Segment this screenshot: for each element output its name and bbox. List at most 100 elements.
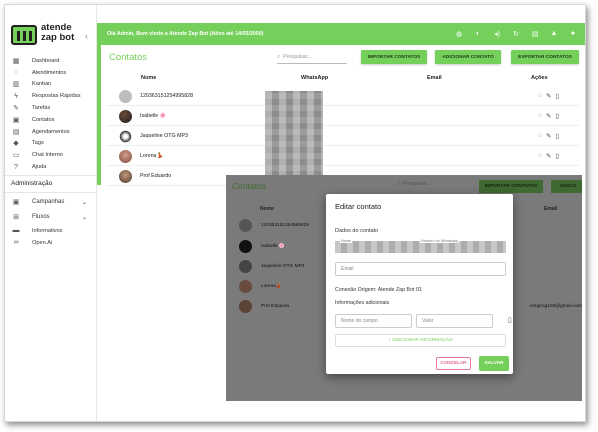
sidebar-item-label: Tarefas xyxy=(32,105,51,112)
sidebar-item-chat-interno[interactable]: ▭ Chat Interno xyxy=(5,149,97,161)
sidebar-item-contatos[interactable]: ▣ Contatos xyxy=(5,114,97,126)
avatar xyxy=(119,90,132,103)
save-button[interactable]: SALVAR xyxy=(479,356,509,371)
dashboard-icon: ▦ xyxy=(12,57,20,65)
trash-icon[interactable]: ▯ xyxy=(555,152,559,160)
sidebar-item-ajuda[interactable]: ? Ajuda xyxy=(5,161,97,173)
whatsapp-icon: ◌ xyxy=(13,69,19,77)
app-window: atende zap bot ‹ ▦ Dashboard ◌ Atendimento… xyxy=(4,4,586,422)
avatar xyxy=(239,240,252,253)
campaign-icon: ▣ xyxy=(12,199,20,207)
sidebar-divider xyxy=(5,174,97,176)
background-search: ⌕ Pesquisar... xyxy=(398,181,432,187)
background-header-name: Nome xyxy=(260,206,274,212)
background-email: eduprog100@gmail.com xyxy=(529,304,582,309)
column-header-whatsapp[interactable]: WhatsApp xyxy=(301,75,328,81)
add-info-button[interactable]: + ADICIONAR INFORMAÇÃO xyxy=(335,334,506,347)
import-contacts-button[interactable]: IMPORTAR CONTATOS xyxy=(361,50,427,64)
table-row[interactable]: Isabelle 🌸 ◌ ✎ ▯ xyxy=(107,107,579,126)
table-row[interactable]: Jaqueline OTG MP3 ◌ ✎ ▯ xyxy=(107,127,579,146)
whatsapp-icon[interactable]: ◌ xyxy=(538,152,542,160)
whatsapp-icon[interactable]: ◌ xyxy=(538,132,542,140)
sidebar-item-tags[interactable]: ◆ Tags xyxy=(5,138,97,150)
sidebar-item-label: Contatos xyxy=(32,116,55,123)
user-icon[interactable]: ● xyxy=(569,30,577,38)
avatar xyxy=(239,300,252,313)
sidebar-divider xyxy=(5,191,97,193)
calendar-icon: ▤ xyxy=(12,128,20,136)
content-accent-bar xyxy=(97,45,101,185)
sidebar-item-fluxos[interactable]: ⊞ Fluxos ⌄ xyxy=(5,210,97,225)
app-logo[interactable]: atende zap bot xyxy=(11,23,91,49)
collapse-sidebar-icon[interactable]: ‹ xyxy=(85,31,88,41)
avatar xyxy=(119,150,132,163)
sidebar-item-label: Agendamentos xyxy=(32,128,70,135)
background-page-title: Contatos xyxy=(232,181,267,191)
sidebar-item-respostas-rapidas[interactable]: ϟ Respostas Rápidas xyxy=(5,90,97,102)
avatar xyxy=(119,170,132,183)
contact-name: 120363151254995828 xyxy=(140,93,194,99)
cancel-button[interactable]: CANCELAR xyxy=(436,357,471,370)
sidebar-item-label: Kanban xyxy=(32,81,52,88)
sidebar-item-label: Campanhas xyxy=(32,199,65,206)
sidebar-item-tarefas[interactable]: ✎ Tarefas xyxy=(5,102,97,114)
email-field[interactable]: Email xyxy=(335,262,506,276)
search-icon: ⌕ xyxy=(277,53,281,60)
volume-icon[interactable]: ◂) xyxy=(493,30,501,38)
edit-icon[interactable]: ✎ xyxy=(546,132,551,140)
contact-name: Prof Eduardo xyxy=(140,173,172,179)
trash-icon[interactable]: ▯ xyxy=(555,112,559,120)
custom-field-name-input[interactable]: Nome do campo xyxy=(335,314,412,328)
background-import-button: IMPORTAR CONTATOS xyxy=(479,180,543,193)
sidebar-item-agendamentos[interactable]: ▤ Agendamentos xyxy=(5,126,97,138)
sidebar-item-label: Respostas Rápidas xyxy=(32,93,81,100)
number-field-label: Número do Whatsapp xyxy=(420,239,459,243)
globe-icon[interactable]: ◍ xyxy=(455,30,463,38)
chat-icon: ▭ xyxy=(12,152,20,160)
column-header-name[interactable]: Nome xyxy=(141,75,156,81)
export-contacts-button[interactable]: EXPORTAR CONTATOS xyxy=(511,50,579,64)
sidebar-item-campanhas[interactable]: ▣ Campanhas ⌄ xyxy=(5,195,97,210)
column-header-email[interactable]: Email xyxy=(427,75,442,81)
logo-line-2: zap bot xyxy=(41,32,75,43)
avatar xyxy=(119,110,132,123)
contact-name: Isabelle 🌸 xyxy=(140,113,167,119)
logo-icon xyxy=(11,25,37,45)
refresh-icon[interactable]: ↻ xyxy=(512,30,520,38)
edit-contact-dialog: Editar contato Dados do contato Nome Núm… xyxy=(326,194,513,374)
contact-name: Lorena💃 xyxy=(140,153,164,159)
custom-field-value-input[interactable]: Valor xyxy=(416,314,493,328)
help-icon: ? xyxy=(14,163,18,171)
sidebar-item-atendimentos[interactable]: ◌ Atendimentos xyxy=(5,67,97,79)
sidebar-item-informativos[interactable]: ▬ Informativos xyxy=(5,225,97,237)
bolt-icon: ϟ xyxy=(14,92,18,100)
sidebar-item-kanban[interactable]: ▥ Kanban xyxy=(5,79,97,91)
sidebar-menu: ▦ Dashboard ◌ Atendimentos ▥ Kanban ϟ Respos… xyxy=(5,55,97,249)
edit-icon: ✎ xyxy=(13,105,19,113)
edit-icon[interactable]: ✎ xyxy=(546,152,551,160)
trash-icon[interactable]: ▯ xyxy=(555,92,559,100)
sidebar-item-label: Atendimentos xyxy=(32,69,67,76)
trash-icon[interactable]: ▯ xyxy=(508,316,512,324)
edit-icon[interactable]: ✎ xyxy=(546,92,551,100)
edit-icon[interactable]: ✎ xyxy=(546,112,551,120)
whatsapp-icon[interactable]: ◌ xyxy=(538,112,542,120)
table-row[interactable]: 120363151254995828 xyxy=(107,87,579,106)
sidebar-item-label: Open.Ai xyxy=(32,239,53,246)
search-input[interactable]: ⌕ Pesquisar... xyxy=(277,51,347,64)
sidebar-item-dashboard[interactable]: ▦ Dashboard xyxy=(5,55,97,67)
info-icon: ▬ xyxy=(12,227,20,235)
tag-icon: ◆ xyxy=(13,140,19,148)
bell-icon[interactable]: ▲ xyxy=(550,30,558,38)
whatsapp-icon[interactable]: ◌ xyxy=(538,92,542,100)
trash-icon[interactable]: ▯ xyxy=(555,132,559,140)
chat-icon[interactable]: ▤ xyxy=(531,30,539,38)
sidebar-item-label: Ajuda xyxy=(32,164,47,171)
background-header-email: Email xyxy=(544,206,558,212)
add-contact-button[interactable]: ADICIONAR CONTATO xyxy=(435,50,501,64)
table-row[interactable]: Lorena💃 ◌ ✎ ▯ xyxy=(107,147,579,166)
infinity-icon: ∞ xyxy=(13,239,19,247)
sidebar: atende zap bot ‹ ▦ Dashboard ◌ Atendimento… xyxy=(5,5,97,421)
circle-half-icon[interactable]: ◐ xyxy=(474,30,482,38)
sidebar-item-openai[interactable]: ∞ Open.Ai xyxy=(5,237,97,249)
